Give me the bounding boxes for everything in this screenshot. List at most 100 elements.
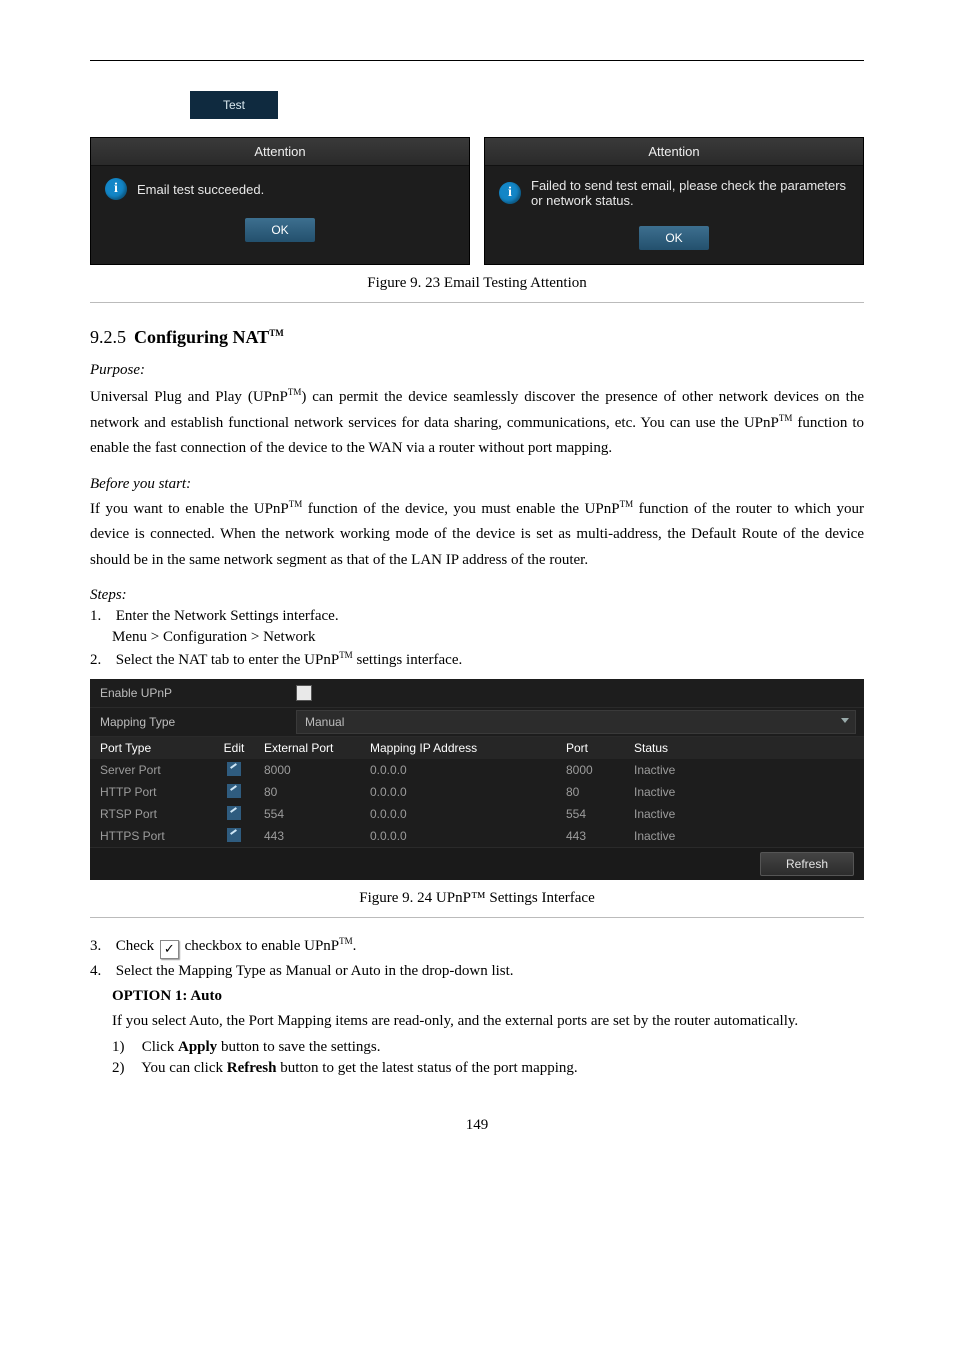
- dialog-title: Attention: [485, 138, 863, 166]
- step-3: 3. Check ✓ checkbox to enable UPnPTM.: [90, 936, 864, 959]
- tm-superscript: TM: [288, 387, 302, 397]
- before-text-1: If you want to enable the UPnP: [90, 501, 289, 517]
- table-row: RTSP Port 554 0.0.0.0 554 Inactive: [90, 803, 864, 825]
- step-1-path: Menu > Configuration > Network: [90, 629, 864, 646]
- enable-upnp-checkbox[interactable]: [296, 685, 312, 701]
- table-row: HTTPS Port 443 0.0.0.0 443 Inactive: [90, 825, 864, 847]
- table-row: HTTP Port 80 0.0.0.0 80 Inactive: [90, 781, 864, 803]
- substep-num: 2): [112, 1060, 138, 1077]
- info-icon: [499, 182, 521, 204]
- substep-text-a: You can click: [141, 1060, 227, 1076]
- upnp-settings-panel: Enable UPnP Mapping Type Manual Port Typ…: [90, 679, 864, 880]
- section-divider: [90, 917, 864, 918]
- step-text-a: Check: [116, 938, 154, 954]
- substep-1: 1) Click Apply button to save the settin…: [90, 1039, 864, 1056]
- edit-icon[interactable]: [227, 762, 241, 776]
- col-port: Port: [560, 741, 628, 755]
- substep-2: 2) You can click Refresh button to get t…: [90, 1060, 864, 1077]
- col-edit: Edit: [210, 741, 258, 755]
- substep-num: 1): [112, 1039, 138, 1056]
- purpose-label: Purpose:: [90, 362, 864, 379]
- option-1-text: If you select Auto, the Port Mapping ite…: [90, 1009, 864, 1035]
- test-button-row: Test: [90, 91, 864, 119]
- refresh-button[interactable]: Refresh: [760, 852, 854, 876]
- mapping-type-select[interactable]: Manual: [296, 710, 856, 734]
- edit-icon[interactable]: [227, 806, 241, 820]
- tm-superscript: TM: [339, 650, 353, 660]
- cell-port-type: Server Port: [90, 763, 210, 777]
- substep-text-a: Click: [142, 1039, 178, 1055]
- chevron-down-icon: [841, 718, 849, 723]
- dialog-footer: OK: [91, 212, 469, 256]
- enable-upnp-value: [290, 685, 864, 701]
- attention-dialog-fail: Attention Failed to send test email, ple…: [484, 137, 864, 265]
- cell-status: Inactive: [628, 807, 744, 821]
- cell-status: Inactive: [628, 763, 744, 777]
- edit-icon[interactable]: [227, 784, 241, 798]
- cell-edit: [210, 784, 258, 801]
- col-external-port: External Port: [258, 741, 364, 755]
- dialog-message: Email test succeeded.: [137, 182, 264, 197]
- cell-port-type: RTSP Port: [90, 807, 210, 821]
- purpose-paragraph: Universal Plug and Play (UPnPTM) can per…: [90, 385, 864, 462]
- test-button[interactable]: Test: [190, 91, 278, 119]
- step-text: Enter the Network Settings interface.: [116, 608, 339, 624]
- figure-caption-23: Figure 9. 23 Email Testing Attention: [90, 275, 864, 292]
- step-text: Select the NAT tab to enter the UPnP: [116, 652, 339, 668]
- step-1: 1. Enter the Network Settings interface.: [90, 608, 864, 625]
- top-rule: [90, 60, 864, 61]
- cell-port: 8000: [560, 763, 628, 777]
- dialog-body: Failed to send test email, please check …: [485, 166, 863, 220]
- tm-superscript: TM: [620, 499, 634, 509]
- dialog-message: Failed to send test email, please check …: [531, 178, 849, 208]
- col-mapping-ip: Mapping IP Address: [364, 741, 560, 755]
- section-title-text: Configuring NAT: [134, 327, 269, 347]
- before-label: Before you start:: [90, 476, 864, 493]
- cell-external-port: 443: [258, 829, 364, 843]
- mapping-type-row: Mapping Type Manual: [90, 708, 864, 737]
- option-1-heading: OPTION 1: Auto: [90, 988, 864, 1005]
- dialog-body: Email test succeeded.: [91, 166, 469, 212]
- substep-text-b: button to get the latest status of the p…: [276, 1060, 577, 1076]
- attention-dialog-success: Attention Email test succeeded. OK: [90, 137, 470, 265]
- cell-mapping-ip: 0.0.0.0: [364, 829, 560, 843]
- page-number: 149: [90, 1117, 864, 1134]
- section-divider: [90, 302, 864, 303]
- cell-external-port: 80: [258, 785, 364, 799]
- cell-status: Inactive: [628, 785, 744, 799]
- step-text-2: settings interface.: [353, 652, 463, 668]
- step-num: 4.: [90, 963, 112, 980]
- edit-icon[interactable]: [227, 828, 241, 842]
- upnp-footer: Refresh: [90, 847, 864, 880]
- step-2: 2. Select the NAT tab to enter the UPnPT…: [90, 650, 864, 669]
- enable-upnp-row: Enable UPnP: [90, 679, 864, 708]
- cell-port-type: HTTP Port: [90, 785, 210, 799]
- cell-edit: [210, 828, 258, 845]
- mapping-type-value-cell: Manual: [290, 710, 864, 734]
- step-text-b: checkbox to enable UPnP: [185, 938, 340, 954]
- tm-superscript: TM: [779, 413, 793, 423]
- refresh-label: Refresh: [227, 1060, 277, 1076]
- dialog-title: Attention: [91, 138, 469, 166]
- ok-button[interactable]: OK: [245, 218, 315, 242]
- cell-status: Inactive: [628, 829, 744, 843]
- mapping-type-value: Manual: [305, 715, 344, 729]
- cell-port: 554: [560, 807, 628, 821]
- section-number: 9.2.5: [90, 327, 126, 348]
- cell-mapping-ip: 0.0.0.0: [364, 807, 560, 821]
- col-status: Status: [628, 741, 744, 755]
- section-title: Configuring NATTM: [134, 327, 284, 348]
- cell-mapping-ip: 0.0.0.0: [364, 763, 560, 777]
- tm-superscript: TM: [339, 936, 353, 946]
- figure-caption-24: Figure 9. 24 UPnP™ Settings Interface: [90, 890, 864, 907]
- section-heading: 9.2.5 Configuring NATTM: [90, 327, 864, 348]
- table-row: Server Port 8000 0.0.0.0 8000 Inactive: [90, 759, 864, 781]
- apply-label: Apply: [178, 1039, 217, 1055]
- step-num: 3.: [90, 938, 112, 955]
- cell-port-type: HTTPS Port: [90, 829, 210, 843]
- ok-button[interactable]: OK: [639, 226, 709, 250]
- dialog-footer: OK: [485, 220, 863, 264]
- step-text: Select the Mapping Type as Manual or Aut…: [116, 963, 514, 979]
- cell-port: 80: [560, 785, 628, 799]
- upnp-table-header: Port Type Edit External Port Mapping IP …: [90, 737, 864, 759]
